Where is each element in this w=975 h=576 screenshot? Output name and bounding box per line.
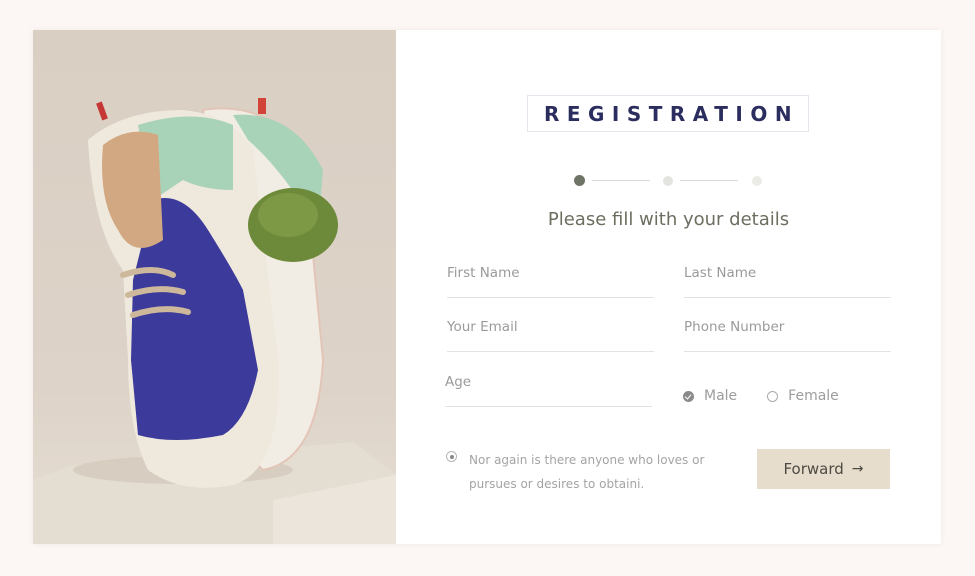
step-connector (680, 180, 738, 181)
form-subtitle: Please fill with your details (547, 209, 790, 230)
agreement-text: Nor again is there anyone who loves or p… (469, 453, 705, 491)
phone-field (684, 311, 891, 352)
registration-form: REGISTRATION Please fill with your detai… (396, 30, 941, 544)
first-name-field (447, 257, 654, 298)
arrow-right-icon: → (851, 461, 864, 477)
forward-button-label: Forward (783, 460, 844, 478)
gender-male-radio[interactable]: Male (683, 388, 737, 404)
phone-input[interactable] (684, 319, 891, 335)
step-3-dot[interactable] (752, 176, 762, 186)
last-name-input[interactable] (684, 265, 891, 281)
radio-unchecked-icon[interactable] (767, 390, 779, 402)
forward-button[interactable]: Forward → (757, 449, 890, 489)
last-name-field (684, 257, 891, 298)
title-box: REGISTRATION (527, 95, 809, 132)
radio-checked-icon[interactable] (683, 390, 694, 402)
registration-card: REGISTRATION Please fill with your detai… (33, 30, 941, 544)
email-input[interactable] (447, 319, 654, 335)
gender-male-label: Male (704, 388, 738, 404)
step-connector (592, 180, 650, 181)
tag-left (96, 101, 108, 121)
product-photo (33, 30, 396, 544)
gender-female-label: Female (788, 388, 839, 404)
agreement-option: Nor again is there anyone who loves or p… (446, 448, 719, 496)
agreement-radio[interactable] (446, 451, 457, 462)
step-indicator (574, 175, 764, 187)
step-2-dot[interactable] (663, 176, 673, 186)
sneaker-cactus-illustration (33, 98, 396, 544)
email-field (447, 311, 654, 352)
age-field (445, 366, 652, 407)
page-title: REGISTRATION (543, 101, 800, 126)
tag-right (258, 98, 266, 114)
step-1-dot-active[interactable] (574, 175, 585, 186)
gender-female-radio[interactable]: Female (767, 388, 839, 404)
age-input[interactable] (445, 374, 652, 390)
gender-radio-group: Male Female (683, 388, 869, 404)
first-name-input[interactable] (447, 265, 654, 281)
